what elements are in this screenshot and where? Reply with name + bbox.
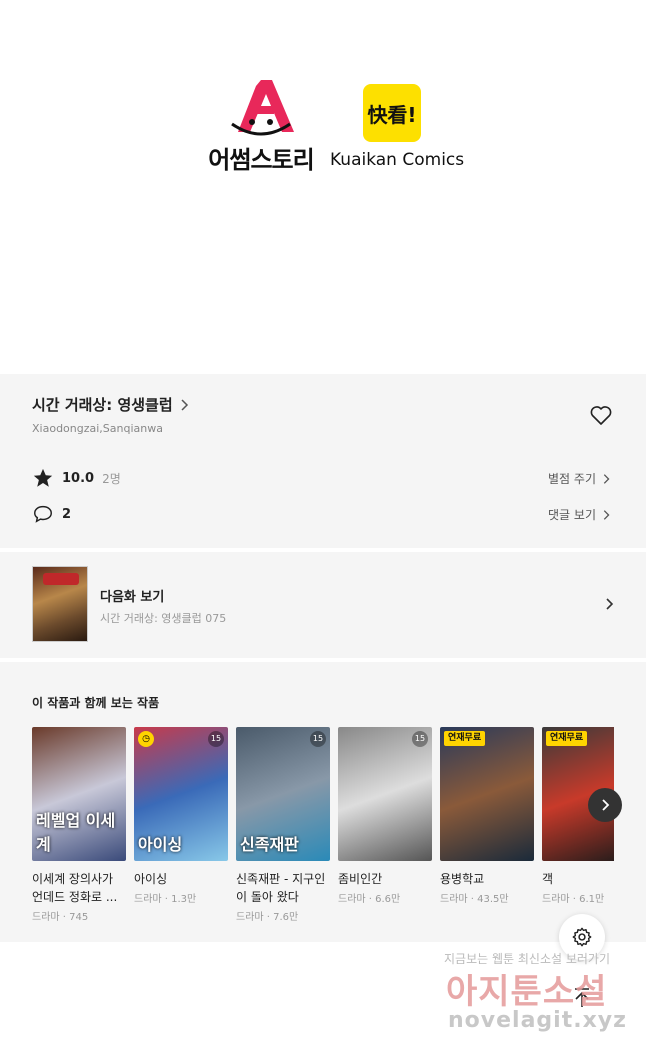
rating-count: 2명 xyxy=(102,471,121,486)
related-work-cover: 연재무료 xyxy=(440,727,534,861)
series-title: 시간 거래상: 영생클럽 xyxy=(32,396,173,414)
age-rating-badge: 15 xyxy=(412,731,428,747)
chevron-right-icon xyxy=(602,799,610,811)
related-work-title: 이세계 장의사가 언데드 정화로 ... xyxy=(32,872,118,904)
cover-title-art: 레벨업 이세계 xyxy=(36,811,116,854)
comment-count: 2 xyxy=(62,506,72,522)
related-work-meta: 드라마 · 1.3만 xyxy=(134,894,197,905)
next-episode-subtitle: 시간 거래상: 영생클럽 075 xyxy=(100,612,227,625)
series-title-link[interactable]: 시간 거래상: 영생클럽 xyxy=(32,394,191,415)
related-work-card[interactable]: 15 좀비인간드라마 · 6.6만 xyxy=(338,727,432,905)
free-serial-badge: 연재무료 xyxy=(546,731,588,746)
clock-icon: ◷ xyxy=(138,731,154,747)
awesome-story-mark-icon xyxy=(231,80,294,136)
view-comments-button[interactable]: 댓글 보기 xyxy=(548,506,612,523)
chevron-right-icon xyxy=(603,473,610,484)
related-works-carousel: 레벨업 이세계이세계 장의사가 언데드 정화로 ... 드라마 · 745 아이싱 ◷… xyxy=(32,727,614,932)
free-serial-badge: 연재무료 xyxy=(444,731,486,746)
series-authors: Xiaodongzai,Sanqianwa xyxy=(32,422,163,435)
related-work-meta: 드라마 · 43.5만 xyxy=(440,894,509,905)
rating-value: 10.0 xyxy=(62,470,95,486)
related-work-card[interactable]: 신족재판 15 신족재판 - 지구인이 돌아 왔다드라마 · 7.6만 xyxy=(236,727,330,923)
comment-bubble-icon xyxy=(34,505,52,523)
related-works-heading: 이 작품과 함께 보는 작품 xyxy=(32,696,160,710)
related-work-card[interactable]: 연재무료용병학교드라마 · 43.5만 xyxy=(440,727,534,905)
watermark-url: novelagit.xyz xyxy=(448,1008,627,1033)
rating-row: 10.0 2명 xyxy=(32,467,121,489)
age-rating-badge: 15 xyxy=(208,731,224,747)
carousel-next-button[interactable] xyxy=(588,788,622,822)
rate-button-label: 별점 주기 xyxy=(548,472,596,486)
view-comments-label: 댓글 보기 xyxy=(548,508,596,522)
awesome-story-logo: 어썸스토리 xyxy=(200,80,322,174)
related-work-card[interactable]: 아이싱 ◷ 15 아이싱드라마 · 1.3만 xyxy=(134,727,228,905)
related-work-card[interactable]: 레벨업 이세계이세계 장의사가 언데드 정화로 ... 드라마 · 745 xyxy=(32,727,126,923)
related-work-meta: 드라마 · 745 xyxy=(32,912,89,923)
related-work-title: 신족재판 - 지구인이 돌아 왔다 xyxy=(236,872,326,904)
heart-icon[interactable] xyxy=(589,404,613,428)
related-work-title: 아이싱 xyxy=(134,872,168,886)
chevron-right-icon xyxy=(603,509,610,520)
kuaikan-comics-logo: 快看! Kuaikan Comics xyxy=(330,84,464,174)
watermark-title: 아지툰소설 xyxy=(446,972,608,1012)
related-works-section: 이 작품과 함께 보는 작품 레벨업 이세계이세계 장의사가 언데드 정화로 .… xyxy=(0,662,646,942)
chevron-right-icon xyxy=(606,598,614,610)
related-work-meta: 드라마 · 6.1만 xyxy=(542,894,605,905)
star-icon xyxy=(33,468,53,487)
related-work-title: 객 xyxy=(542,872,554,886)
related-work-cover: 아이싱 ◷ 15 xyxy=(134,727,228,861)
related-work-meta: 드라마 · 6.6만 xyxy=(338,894,401,905)
related-work-title: 용병학교 xyxy=(440,872,485,886)
related-work-cover: 레벨업 이세계 xyxy=(32,727,126,861)
site-watermark: 지금보는 웹툰 최신소설 보러가기 아지툰소설 novelagit.xyz xyxy=(438,950,638,1050)
publisher-logos-banner: 어썸스토리 快看! Kuaikan Comics xyxy=(0,0,646,374)
series-info-panel: 시간 거래상: 영생클럽 Xiaodongzai,Sanqianwa 10.0 … xyxy=(0,374,646,548)
kuaikan-logo-mark: 快看! xyxy=(363,84,421,142)
cover-title-art: 아이싱 xyxy=(138,835,183,854)
related-work-meta: 드라마 · 7.6만 xyxy=(236,912,299,923)
comment-row: 2 xyxy=(32,503,71,525)
related-work-cover: 15 xyxy=(338,727,432,861)
next-episode-label: 다음화 보기 xyxy=(100,590,165,605)
chevron-right-icon xyxy=(181,398,188,411)
rate-button[interactable]: 별점 주기 xyxy=(548,470,612,487)
related-work-cover: 신족재판 15 xyxy=(236,727,330,861)
related-work-title: 좀비인간 xyxy=(338,872,383,886)
next-episode-thumbnail xyxy=(32,566,88,642)
kuaikan-logo-text: Kuaikan Comics xyxy=(330,150,465,170)
next-episode-button[interactable]: 다음화 보기 시간 거래상: 영생클럽 075 xyxy=(0,552,646,658)
cover-title-art: 신족재판 xyxy=(240,835,299,854)
awesome-story-logo-text: 어썸스토리 xyxy=(208,146,314,174)
gear-icon xyxy=(572,927,592,947)
age-rating-badge: 15 xyxy=(310,731,326,747)
